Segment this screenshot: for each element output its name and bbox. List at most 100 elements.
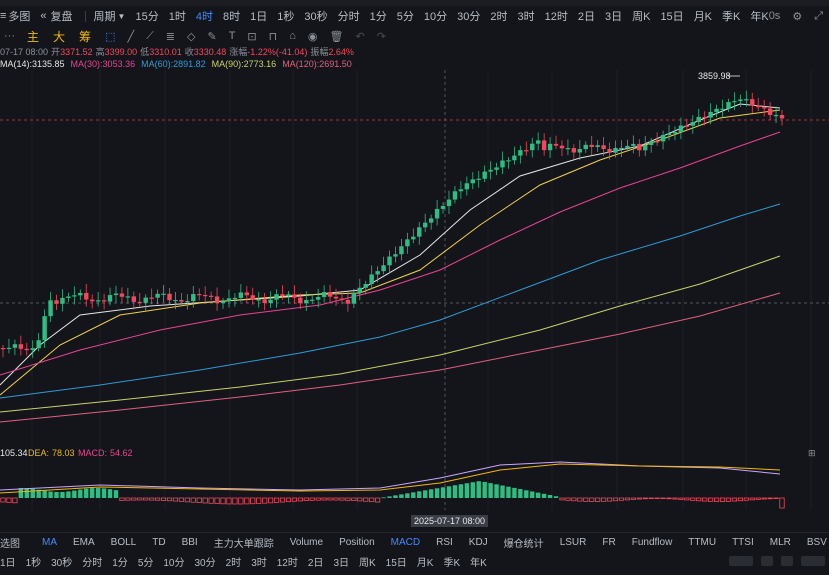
bottom-interval-11[interactable]: 2日 (308, 554, 324, 569)
macd-bar (273, 497, 280, 503)
lock-icon[interactable]: ⌂ (289, 30, 296, 42)
interval-11[interactable]: 30分 (457, 8, 480, 24)
bottom-interval-16[interactable]: 季K (443, 554, 460, 569)
bottom-interval-1[interactable]: 1秒 (26, 554, 42, 569)
indicator-7[interactable]: Volume (290, 537, 323, 548)
bottom-interval-3[interactable]: 分时 (82, 554, 102, 569)
ray-icon[interactable]: ⟋ (146, 30, 154, 43)
fullscreen-icon[interactable]: ⤢ (814, 10, 823, 23)
bottom-interval-8[interactable]: 2时 (226, 554, 242, 569)
indicator-9[interactable]: MACD (391, 537, 420, 548)
multi-chart-button[interactable]: 多图 (8, 8, 30, 24)
interval-20[interactable]: 季K (722, 8, 740, 24)
bottom-interval-7[interactable]: 30分 (195, 554, 216, 569)
brush-icon[interactable]: ✎ (207, 30, 216, 43)
bottom-interval-6[interactable]: 10分 (163, 554, 184, 569)
settings-icon[interactable]: ⚙ (792, 10, 802, 23)
reset-button[interactable]: 复盘 (51, 8, 73, 24)
magnet-icon[interactable]: ⊓ (269, 30, 278, 43)
indicator-4[interactable]: TD (152, 537, 165, 548)
shape-icon[interactable]: ◇ (187, 30, 195, 43)
line-icon[interactable]: ╱ (127, 30, 134, 43)
bottom-interval-13[interactable]: 周K (359, 554, 376, 569)
indicator-12[interactable]: 爆仓统计 (504, 535, 544, 550)
select-icon[interactable]: ⬚ (105, 30, 115, 43)
bottom-interval-14[interactable]: 15日 (386, 554, 407, 569)
interval-2[interactable]: 4时 (196, 8, 213, 24)
interval-6[interactable]: 30秒 (304, 8, 327, 24)
big-order-button[interactable]: 大 (53, 28, 65, 45)
interval-1[interactable]: 1时 (169, 8, 186, 24)
bottom-interval-12[interactable]: 3日 (333, 554, 349, 569)
interval-5[interactable]: 1秒 (277, 8, 294, 24)
chips-button[interactable]: 筹 (79, 28, 91, 45)
text-icon[interactable]: T (229, 30, 236, 42)
indicator-10[interactable]: RSI (436, 537, 453, 548)
main-indicator-button[interactable]: 主 (27, 28, 39, 45)
bottom-interval-10[interactable]: 12时 (277, 554, 298, 569)
indicator-3[interactable]: BOLL (111, 537, 137, 548)
interval-3[interactable]: 8时 (223, 8, 240, 24)
interval-17[interactable]: 周K (632, 8, 650, 24)
indicator-6[interactable]: 主力大单跟踪 (214, 535, 274, 550)
indicator-5[interactable]: BBI (182, 537, 198, 548)
undo-icon[interactable]: ↶ (355, 30, 364, 43)
bottom-interval-15[interactable]: 月K (417, 554, 434, 569)
indicator-18[interactable]: MLR (770, 537, 791, 548)
indicator-17[interactable]: TTSI (732, 537, 754, 548)
indicator-15[interactable]: Fundflow (632, 537, 673, 548)
macd-bar (333, 497, 339, 501)
bottom-interval-4[interactable]: 1分 (112, 554, 128, 569)
candle-body (286, 294, 291, 296)
mode-pill[interactable] (801, 556, 825, 566)
indicator-0[interactable]: 选图 (0, 535, 20, 550)
candle-body (530, 143, 535, 151)
indicator-8[interactable]: Position (339, 537, 375, 548)
close-label: 收 (184, 47, 194, 57)
bottom-interval-17[interactable]: 年K (470, 554, 487, 569)
interval-0[interactable]: 15分 (135, 8, 158, 24)
indicator-16[interactable]: TTMU (688, 537, 716, 548)
replay-button[interactable]: « (40, 10, 46, 22)
interval-21[interactable]: 年K (750, 8, 768, 24)
interval-menu-button[interactable]: 周期 (94, 8, 116, 24)
interval-14[interactable]: 12时 (545, 8, 568, 24)
indicator-11[interactable]: KDJ (469, 537, 488, 548)
interval-9[interactable]: 5分 (397, 8, 414, 24)
menu-icon[interactable]: ≡ (0, 10, 6, 22)
interval-12[interactable]: 2时 (490, 8, 507, 24)
bottom-interval-5[interactable]: 5分 (138, 554, 154, 569)
candle-body (488, 169, 493, 172)
bottom-interval-2[interactable]: 30秒 (51, 554, 72, 569)
indicator-19[interactable]: BSV (807, 537, 827, 548)
interval-7[interactable]: 分时 (338, 8, 360, 24)
indicator-2[interactable]: EMA (73, 537, 95, 548)
fib-icon[interactable]: ≣ (166, 30, 175, 43)
zoom-pill[interactable] (729, 556, 753, 566)
interval-18[interactable]: 15日 (660, 8, 683, 24)
chevron-down-icon[interactable]: ▼ (118, 12, 126, 21)
candle-body (202, 295, 208, 297)
interval-4[interactable]: 1日 (250, 8, 267, 24)
trash-icon[interactable]: 🗑 (330, 30, 344, 43)
interval-19[interactable]: 月K (694, 8, 712, 24)
layout-icon[interactable] (761, 556, 773, 566)
indicator-1[interactable]: MA (42, 537, 57, 548)
indicator-14[interactable]: FR (602, 537, 615, 548)
interval-8[interactable]: 1分 (370, 8, 387, 24)
bottom-interval-0[interactable]: 1日 (0, 554, 16, 569)
redo-icon[interactable]: ↷ (377, 30, 386, 43)
bottom-interval-9[interactable]: 3时 (251, 554, 267, 569)
candle-body (393, 254, 398, 257)
interval-15[interactable]: 2日 (578, 8, 595, 24)
candle-body (42, 316, 47, 341)
indicator-13[interactable]: LSUR (560, 537, 587, 548)
eye-icon[interactable]: ◉ (308, 30, 318, 43)
interval-10[interactable]: 10分 (424, 8, 447, 24)
kline-chart[interactable]: 3859.98 105.34 DEA: 78.03 MACD: 54.62 ⊞ … (0, 70, 829, 510)
interval-16[interactable]: 3日 (605, 8, 622, 24)
more-icon[interactable]: ··· (4, 30, 15, 42)
measure-icon[interactable]: ⊡ (247, 30, 256, 43)
screenshot-icon[interactable] (781, 556, 793, 566)
interval-13[interactable]: 3时 (517, 8, 534, 24)
